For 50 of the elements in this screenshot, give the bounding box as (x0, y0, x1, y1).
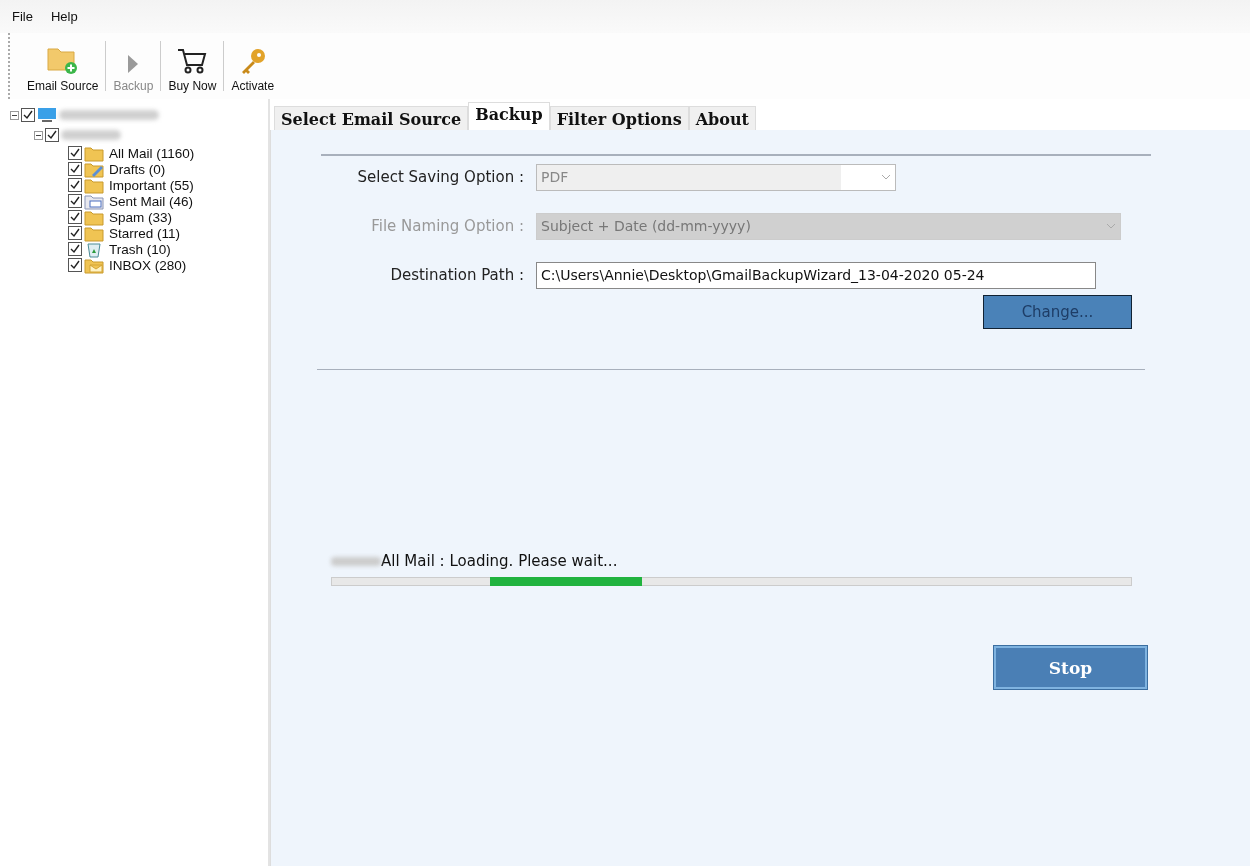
checkbox[interactable] (68, 194, 82, 208)
folder-label[interactable]: Drafts (0) (109, 161, 166, 177)
collapse-toggle-icon[interactable] (10, 110, 19, 120)
folder-label[interactable]: Trash (10) (109, 241, 171, 257)
status-text: All Mail : Loading. Please wait... (381, 552, 618, 570)
path-field[interactable]: C:\Users\Annie\Desktop\GmailBackupWizard_13-04-2020 05-24 (536, 261, 1096, 289)
checkbox[interactable] (68, 162, 82, 176)
folder-envelope-icon (84, 256, 104, 274)
folder-label[interactable]: Important (55) (109, 177, 194, 193)
folder-label[interactable]: Sent Mail (46) (109, 193, 194, 209)
folder-icon (84, 144, 104, 162)
folder-label[interactable]: Spam (33) (109, 209, 173, 225)
checkbox[interactable] (45, 128, 59, 142)
chevron-down-icon (1106, 223, 1116, 229)
checkbox[interactable] (68, 258, 82, 272)
menu-item[interactable]: Help (50, 9, 78, 24)
field-label: Select Saving Option : (356, 168, 525, 186)
checkbox[interactable] (68, 146, 82, 160)
tab[interactable]: Select Email Source (274, 106, 469, 130)
toolbar-button[interactable]: Email Source (20, 35, 106, 97)
folder-add-icon (45, 45, 80, 75)
collapse-toggle-icon[interactable] (34, 130, 43, 140)
folder-label[interactable]: All Mail (1160) (109, 145, 195, 161)
checkbox[interactable] (68, 210, 82, 224)
folder-pencil-icon (84, 160, 104, 178)
field-label: File Naming Option : (370, 217, 525, 235)
checkbox[interactable] (21, 108, 35, 122)
checkbox[interactable] (68, 242, 82, 256)
tab[interactable]: Backup (468, 102, 550, 130)
folder-label[interactable]: Starred (11) (109, 225, 181, 241)
tab[interactable]: Filter Options (549, 106, 689, 130)
checkbox[interactable] (68, 178, 82, 192)
folder-icon (84, 224, 104, 242)
redacted-text (61, 130, 121, 140)
redacted-text (331, 556, 381, 566)
folder-label[interactable]: INBOX (280) (109, 257, 187, 273)
computer-icon (37, 107, 57, 123)
toolbar-button[interactable]: Activate (224, 35, 282, 97)
folder-icon (84, 208, 104, 226)
chevron-down-icon (881, 174, 891, 180)
field-label: Destination Path : (389, 266, 525, 284)
toolbar-button[interactable]: Buy Now (161, 35, 224, 97)
tab[interactable]: About (688, 106, 756, 130)
stop-button[interactable]: Stop (994, 646, 1147, 689)
folder-envelope-icon (84, 192, 104, 210)
folder-icon (84, 176, 104, 194)
recycle-bin-icon (84, 240, 104, 258)
menu-item[interactable]: File (12, 9, 33, 24)
cart-icon (177, 47, 208, 75)
checkbox[interactable] (68, 226, 82, 240)
